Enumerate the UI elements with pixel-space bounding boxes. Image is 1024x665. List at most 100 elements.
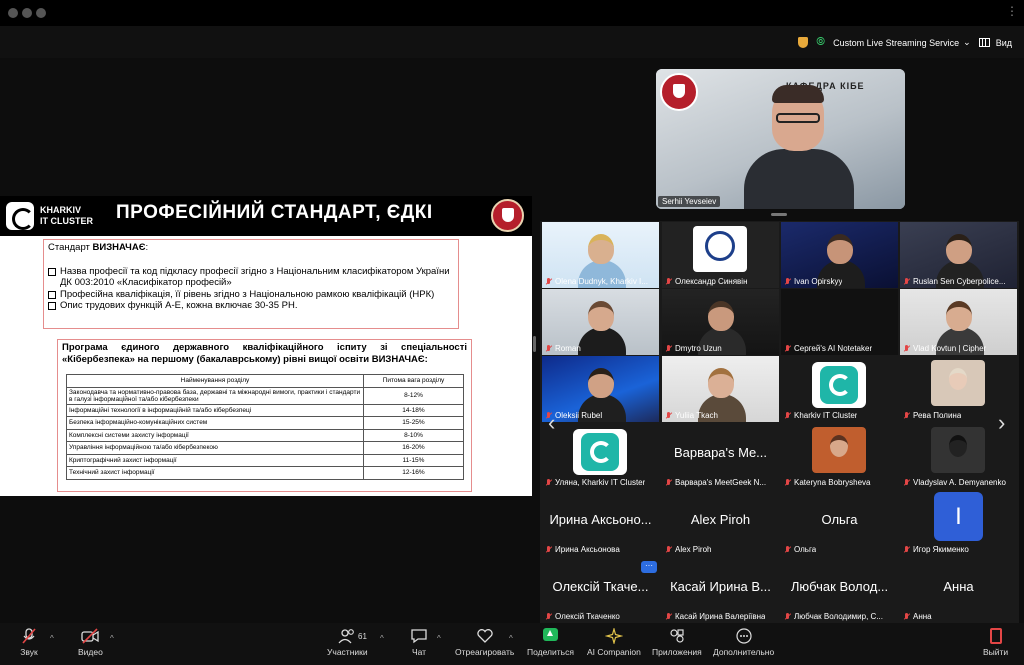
leave-button[interactable]: Выйти [983,628,1008,657]
participant-display-name: Alex Piroh [690,512,751,527]
participants-icon [338,628,356,644]
participant-display-name: Варвара's Me... [673,445,768,460]
resize-handle[interactable] [771,213,787,216]
participant-name: Vlad Kovtun | Cipher [913,344,987,353]
participant-video-face [946,234,972,264]
view-button[interactable]: Вид [978,38,1012,48]
participant-tile[interactable]: Olena Dudnyk, Kharkiv I... [542,222,659,288]
participant-name-tag: Kharkiv IT Cluster [784,411,857,420]
participant-tile[interactable]: Анна Анна [900,557,1017,623]
react-options-chevron-icon[interactable]: ^ [509,634,513,643]
muted-mic-icon [665,545,672,554]
participant-name-tag: Анна [903,612,932,621]
chat-options-chevron-icon[interactable]: ^ [437,634,441,643]
apps-icon [668,628,686,644]
participant-name-tag: Alex Piroh [665,545,711,554]
slide-header: KHARKIV IT CLUSTER ПРОФЕСІЙНИЙ СТАНДАРТ,… [0,196,532,236]
participant-tile[interactable]: Ivan Opirskyy [781,222,898,288]
audio-button[interactable]: Звук [20,628,38,657]
participant-name-tag: Ivan Opirskyy [784,277,842,286]
standard-defines-box: Стандарт ВИЗНАЧАЄ: Назва професії та код… [43,239,459,329]
maximize-window-button[interactable] [36,8,46,18]
muted-mic-icon [545,344,552,353]
security-shield-icon[interactable] [798,37,809,48]
participant-tile[interactable]: Yuliia Tkach [662,356,779,422]
participant-tile[interactable]: Kateryna Bobrysheva [781,423,898,489]
participant-tile[interactable]: Ирина Аксьоно... Ирина Аксьонова [542,490,659,556]
close-window-button[interactable] [8,8,18,18]
table-header-row: Найменування розділу Питома вага розділу [66,374,464,388]
participant-tile[interactable]: Уляна, Kharkiv IT Cluster [542,423,659,489]
participant-tile[interactable]: Dmytro Uzun [662,289,779,355]
list-item: Назва професії та код підкласу професії … [48,266,454,289]
minimize-window-button[interactable] [22,8,32,18]
shared-screen-slide: KHARKIV IT CLUSTER ПРОФЕСІЙНИЙ СТАНДАРТ,… [0,196,532,496]
participant-video-face [588,368,614,398]
live-stream-button[interactable]: Custom Live Streaming Service ⌄ [833,37,971,48]
apps-label: Приложения [652,647,702,657]
zoom-meeting-window: ⋮ ⦾ Custom Live Streaming Service ⌄ Вид … [0,0,1024,665]
active-speaker-video[interactable]: КАФЕДРА КІБЕ Serhii Yevseiev [656,69,905,209]
window-menu-icon[interactable]: ⋮ [1006,4,1018,18]
gallery-prev-arrow-icon[interactable]: ‹ [548,410,555,436]
split-divider-handle[interactable] [533,336,536,352]
participant-video-body [578,327,626,355]
participant-tile[interactable]: Kharkiv IT Cluster [781,356,898,422]
column-header: Питома вага розділу [363,374,464,388]
participant-tile[interactable]: Vlad Kovtun | Cipher [900,289,1017,355]
participant-name: Vladyslav A. Demyanenko [913,478,1006,487]
participant-video-face [946,301,972,331]
apps-button[interactable]: Приложения [652,628,702,657]
ai-companion-button[interactable]: AI Companion [587,626,641,657]
profile-photo [812,427,866,473]
participant-tile[interactable]: Олександр Синявін [662,222,779,288]
participant-tile[interactable]: Ольга Ольга [781,490,898,556]
gallery-next-arrow-icon[interactable]: › [998,410,1005,436]
participant-name: Уляна, Kharkiv IT Cluster [555,478,646,487]
more-button[interactable]: Дополнительно [713,628,774,657]
top-right-controls: ⦾ Custom Live Streaming Service ⌄ Вид [798,36,1012,49]
participant-name: Рева Полина [913,411,962,420]
audio-options-chevron-icon[interactable]: ^ [50,634,54,643]
heart-icon [476,628,494,644]
participant-name-tag: Vladyslav A. Demyanenko [903,478,1006,487]
participant-name-tag: Варвара's MeetGeek N... [665,478,766,487]
participant-display-name: Анна [943,579,974,594]
participant-name-tag: Касай Ирина Валеріївна [665,612,765,621]
column-header: Найменування розділу [66,374,364,388]
participant-name: Ольга [794,545,817,554]
participant-name-tag: Vlad Kovtun | Cipher [903,344,986,353]
participant-display-name: Ирина Аксьоно... [549,512,652,527]
participant-tile[interactable]: Сергей's AI Notetaker [781,289,898,355]
participant-name: Касай Ирина Валеріївна [675,612,766,621]
participant-name: Ivan Opirskyy [794,277,843,286]
muted-mic-icon [665,277,672,286]
muted-mic-icon [545,545,552,554]
participant-tile[interactable]: Oleksii Rubel [542,356,659,422]
participant-tile[interactable]: Alex Piroh Alex Piroh [662,490,779,556]
share-screen-button[interactable]: Поделиться [527,628,574,657]
muted-mic-icon [665,411,672,420]
chat-button[interactable]: Чат [410,628,428,657]
react-label: Отреагировать [455,647,515,657]
participant-tile[interactable]: I Игор Якименко [900,490,1017,556]
video-options-chevron-icon[interactable]: ^ [110,634,114,643]
participant-tile[interactable]: Варвара's Me... Варвара's MeetGeek N... [662,423,779,489]
connection-signal-icon[interactable]: ⦾ [816,36,825,49]
participant-tile[interactable]: Roman [542,289,659,355]
participant-tile[interactable]: Любчак Волод... Любчак Володимир, С... [781,557,898,623]
participants-label: Участники [327,647,368,657]
tile-more-options-button[interactable]: ··· [641,561,657,573]
muted-mic-icon [903,277,910,286]
participant-tile[interactable]: Касай Ирина В... Касай Ирина Валеріївна [662,557,779,623]
participants-options-chevron-icon[interactable]: ^ [380,634,384,643]
standard-defines-lead: Стандарт ВИЗНАЧАЄ: [48,242,149,253]
muted-mic-icon [784,612,791,621]
react-button[interactable]: Отреагировать [455,628,514,657]
video-button[interactable]: Видео [78,628,103,657]
more-dots-icon [735,628,753,644]
muted-mic-icon [903,344,910,353]
title-bar: ⋮ [0,0,1024,26]
participant-name: Dmytro Uzun [675,344,722,353]
participant-tile[interactable]: Ruslan Sen Cyberpolice... [900,222,1017,288]
